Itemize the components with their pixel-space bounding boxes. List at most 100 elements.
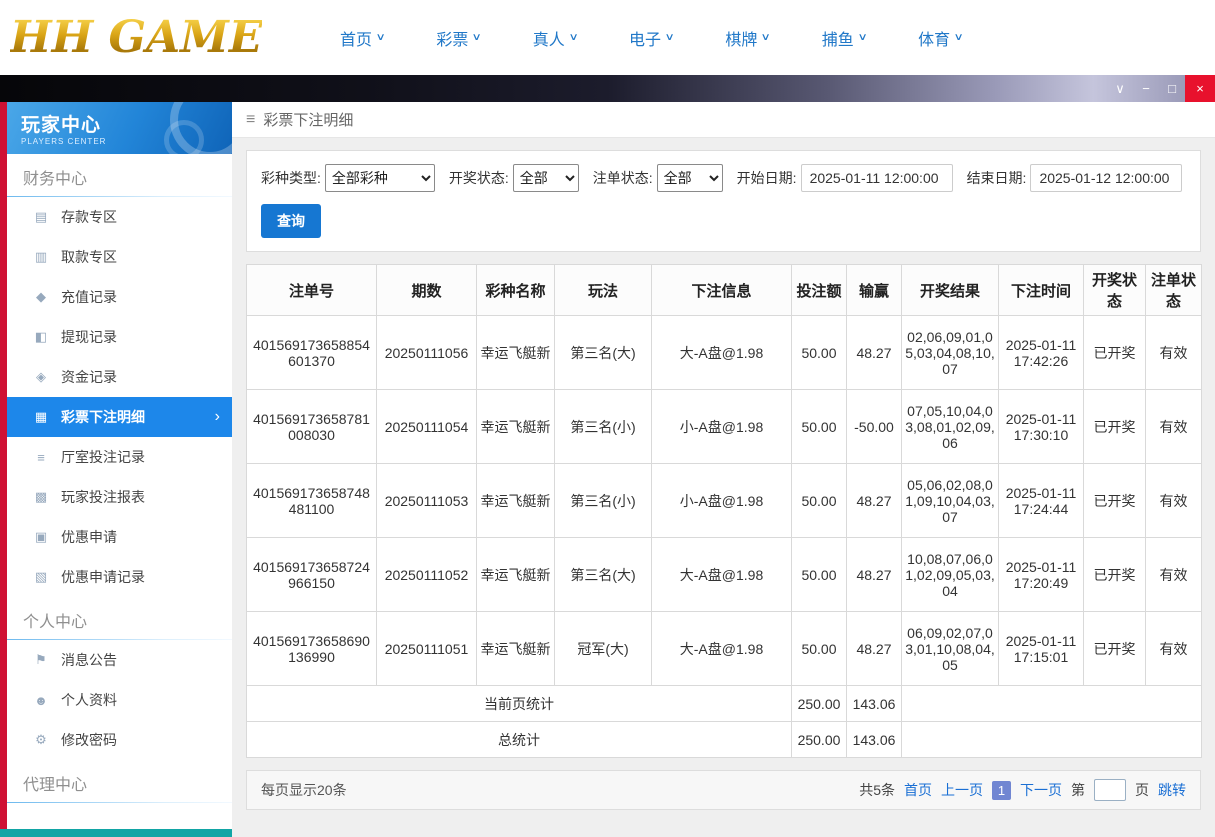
window-collapse-icon[interactable]: ∨	[1107, 75, 1133, 102]
sidebar: 玩家中心 PLAYERS CENTER 财务中心 ▤ 存款专区 ▥ 取款专区 ◆ 充值记录 ◧…	[7, 102, 232, 837]
sidebar-item-0-3[interactable]: ◧ 提现记录	[7, 317, 232, 357]
nav-item-label: 捕鱼	[821, 31, 854, 49]
table-cell: 50.00	[791, 315, 847, 390]
sidebar-item-0-7[interactable]: ▩ 玩家投注报表	[7, 477, 232, 517]
chevron-down-icon: ∨	[471, 32, 483, 43]
summary-label: 总统计	[246, 721, 792, 758]
summary-bet-total: 250.00	[791, 721, 847, 758]
nav-item-1[interactable]: 彩票 ∨	[436, 26, 483, 50]
nav-item-label: 棋牌	[725, 31, 758, 49]
nav-item-label: 彩票	[436, 31, 469, 49]
page-root: HH GAME 首页 ∨ 彩票 ∨ 真人 ∨ 电子 ∨ 棋牌 ∨ 捕鱼 ∨ 体育 ∨ ∨ − □ × 玩家…	[0, 0, 1215, 837]
table-cell: 2025-01-11 17:15:01	[998, 611, 1084, 686]
sidebar-item-0-9[interactable]: ▧ 优惠申请记录	[7, 557, 232, 597]
summary-bet-total: 250.00	[791, 685, 847, 722]
top-header: HH GAME 首页 ∨ 彩票 ∨ 真人 ∨ 电子 ∨ 棋牌 ∨ 捕鱼 ∨ 体育 ∨	[0, 0, 1215, 75]
chevron-down-icon: ∨	[760, 32, 772, 43]
sidebar-item-label: 个人资料	[61, 692, 117, 708]
table-cell: 已开奖	[1083, 315, 1146, 390]
table-cell: 2025-01-11 17:20:49	[998, 537, 1084, 612]
jump-button[interactable]: 跳转	[1158, 780, 1186, 800]
table-row-4: 401569173658690136990 20250111051 幸运飞艇新 冠军(…	[246, 611, 1202, 686]
page-jump-input[interactable]	[1094, 779, 1126, 801]
table-header-cell: 注单号	[246, 264, 377, 316]
table-cell: 401569173658854601370	[246, 315, 377, 390]
nav-item-2[interactable]: 真人 ∨	[533, 26, 579, 50]
window-minimize-icon[interactable]: −	[1133, 75, 1159, 102]
table-cell: 冠军(大)	[554, 611, 652, 686]
table-row-2: 401569173658748481100 20250111053 幸运飞艇新 第三名…	[246, 463, 1202, 538]
jump-label-suffix: 页	[1135, 782, 1149, 798]
window-maximize-icon[interactable]: □	[1159, 75, 1185, 102]
table-cell: 已开奖	[1083, 537, 1146, 612]
nav-item-3[interactable]: 电子 ∨	[629, 26, 675, 50]
table-cell: 第三名(大)	[554, 537, 652, 612]
player-bet-report-icon: ▩	[34, 489, 48, 504]
table-cell: 07,05,10,04,03,08,01,02,09,06	[901, 389, 999, 464]
sidebar-item-0-0[interactable]: ▤ 存款专区	[7, 197, 232, 237]
app-region: 玩家中心 PLAYERS CENTER 财务中心 ▤ 存款专区 ▥ 取款专区 ◆ 充值记录 ◧…	[0, 102, 1215, 837]
table-cell: 大-A盘@1.98	[651, 315, 792, 390]
table-row-3: 401569173658724966150 20250111052 幸运飞艇新 第三名…	[246, 537, 1202, 612]
breadcrumb: ≡ 彩票下注明细	[232, 102, 1215, 138]
table-cell: 第三名(小)	[554, 463, 652, 538]
table-cell: -50.00	[846, 389, 902, 464]
sidebar-item-0-2[interactable]: ◆ 充值记录	[7, 277, 232, 317]
bottom-edge-strip	[0, 829, 232, 837]
table-cell: 第三名(大)	[554, 315, 652, 390]
order-status-select[interactable]: 全部	[656, 164, 723, 192]
nav-item-0[interactable]: 首页 ∨	[340, 26, 386, 50]
sidebar-section-label-2: 代理中心	[7, 760, 232, 803]
table-header-cell: 彩种名称	[476, 264, 555, 316]
table-header-cell: 下注信息	[651, 264, 792, 316]
hall-bet-record-icon: ≡	[37, 449, 45, 465]
deposit-icon: ▤	[34, 209, 48, 224]
sidebar-item-label: 提现记录	[61, 329, 117, 345]
table-header-cell: 下注时间	[998, 264, 1084, 316]
table-cell: 20250111053	[376, 463, 477, 538]
chevron-down-icon: ∨	[664, 32, 675, 43]
hamburger-menu-icon[interactable]: ≡	[246, 111, 255, 129]
sidebar-item-0-5[interactable]: ▦ 彩票下注明细 ›	[7, 397, 232, 437]
chevron-right-icon: ›	[214, 408, 220, 425]
table-cell: 有效	[1145, 389, 1202, 464]
chevron-down-icon: ∨	[375, 32, 386, 43]
table-cell: 有效	[1145, 463, 1202, 538]
table-cell: 48.27	[846, 463, 902, 538]
nav-item-5[interactable]: 捕鱼 ∨	[821, 26, 868, 50]
start-date-label: 开始日期:	[736, 170, 797, 186]
top-navigation: 首页 ∨ 彩票 ∨ 真人 ∨ 电子 ∨ 棋牌 ∨ 捕鱼 ∨ 体育 ∨	[340, 26, 964, 50]
current-page-indicator[interactable]: 1	[992, 780, 1011, 800]
sidebar-menu: 财务中心 ▤ 存款专区 ▥ 取款专区 ◆ 充值记录 ◧ 提现记录 ◈ 资金记录 ▦ 彩票下注明细 › ≡ 厅室…	[7, 154, 232, 803]
query-button[interactable]: 查询	[261, 204, 321, 238]
sidebar-item-1-2[interactable]: ⚙ 修改密码	[7, 720, 232, 760]
table-header-cell: 投注额	[791, 264, 847, 316]
first-page-link[interactable]: 首页	[904, 780, 932, 800]
next-page-link[interactable]: 下一页	[1020, 780, 1062, 800]
summary-winloss-total: 143.06	[846, 685, 902, 722]
table-header-cell: 注单状态	[1145, 264, 1202, 316]
table-cell: 50.00	[791, 611, 847, 686]
prev-page-link[interactable]: 上一页	[941, 780, 983, 800]
nav-item-6[interactable]: 体育 ∨	[918, 26, 964, 50]
sidebar-item-1-1[interactable]: ☻ 个人资料	[7, 680, 232, 720]
sidebar-header: 玩家中心 PLAYERS CENTER	[7, 102, 232, 154]
summary-empty	[901, 685, 1202, 722]
total-summary-row: 总统计 250.00 143.06	[246, 721, 1202, 758]
draw-status-select[interactable]: 全部	[512, 164, 579, 192]
nav-item-label: 电子	[629, 31, 662, 49]
sidebar-item-0-8[interactable]: ▣ 优惠申请	[7, 517, 232, 557]
sidebar-item-0-4[interactable]: ◈ 资金记录	[7, 357, 232, 397]
sidebar-item-label: 玩家投注报表	[61, 489, 145, 505]
lottery-type-select[interactable]: 全部彩种	[324, 164, 435, 192]
table-header-cell: 玩法	[554, 264, 652, 316]
nav-item-4[interactable]: 棋牌 ∨	[725, 26, 772, 50]
start-date-input[interactable]	[800, 164, 953, 192]
sidebar-item-1-0[interactable]: ⚑ 消息公告	[7, 640, 232, 680]
window-close-icon[interactable]: ×	[1185, 75, 1215, 102]
sidebar-item-0-6[interactable]: ≡ 厅室投注记录	[7, 437, 232, 477]
jump-label-prefix: 第	[1071, 782, 1085, 798]
sidebar-item-0-1[interactable]: ▥ 取款专区	[7, 237, 232, 277]
end-date-input[interactable]	[1030, 164, 1183, 192]
brand-logo[interactable]: HH GAME	[0, 3, 300, 73]
